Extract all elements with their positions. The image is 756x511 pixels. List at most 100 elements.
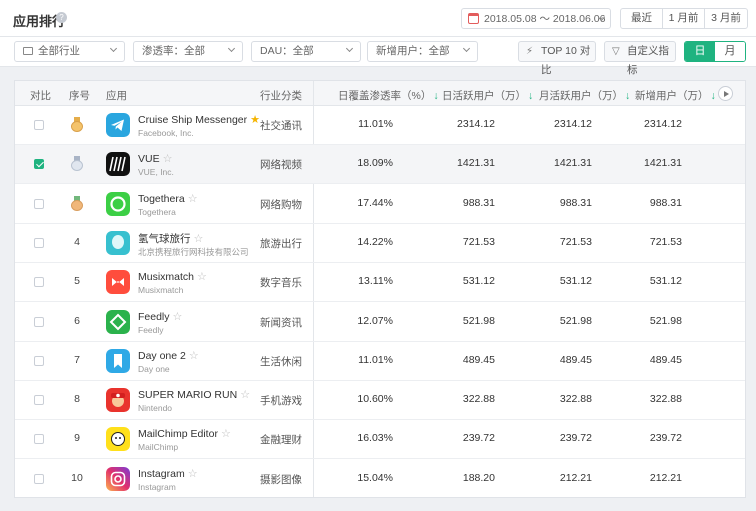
- sort-down-arrow-icon: ↓: [625, 90, 631, 102]
- table-row[interactable]: VUE ☆ VUE, Inc. 网络视频 18.09% 1421.31 1421.…: [15, 145, 745, 185]
- dau-value: 188.20: [462, 471, 495, 484]
- table-row[interactable]: Cruise Ship Messenger ★ Facebook, Inc. 社交…: [15, 106, 745, 145]
- mario-icon: [106, 388, 130, 413]
- silver-medal-icon: [71, 156, 83, 172]
- app-name[interactable]: Instagram: [138, 468, 185, 480]
- new-users-dropdown[interactable]: 新增用户：全部: [367, 41, 478, 62]
- favorite-star-icon[interactable]: ☆: [188, 193, 198, 205]
- compare-checkbox[interactable]: [34, 316, 44, 327]
- compare-checkbox[interactable]: [34, 355, 44, 366]
- top10-compare-button[interactable]: ⚡ TOP 10 对比: [518, 41, 596, 76]
- column-category: 行业分类: [260, 90, 302, 102]
- app-developer: Musixmatch: [138, 285, 184, 296]
- period-3-month-button[interactable]: 3 月前: [705, 9, 747, 28]
- chevron-down-icon: [227, 44, 236, 53]
- column-new-users-sort[interactable]: 新增用户（万） ↓: [635, 88, 716, 103]
- mau-value: 721.53: [559, 235, 592, 248]
- column-dau-sort[interactable]: 日活跃用户（万） ↓: [442, 88, 533, 103]
- balloon-icon: [106, 230, 130, 255]
- table-row[interactable]: Togethera ☆ Togethera 网络购物 17.44% 988.31 …: [15, 185, 745, 224]
- compare-checkbox[interactable]: [34, 434, 44, 445]
- compare-checkbox[interactable]: [34, 395, 44, 406]
- app-name[interactable]: Day one 2: [138, 350, 186, 362]
- dau-dropdown[interactable]: DAU：全部: [251, 41, 361, 62]
- period-1-month-button[interactable]: 1 月前: [663, 9, 705, 28]
- compare-checkbox[interactable]: [34, 473, 44, 484]
- compare-checkbox[interactable]: [34, 237, 44, 248]
- table-row[interactable]: 9 MailChimp Editor ☆ MailChimp 金融理财 16.03…: [15, 420, 745, 460]
- column-coverage-sort[interactable]: 日覆盖渗透率（%） ↓: [338, 88, 439, 103]
- dau-value: 2314.12: [457, 118, 495, 130]
- period-recent-button[interactable]: 最近: [621, 9, 663, 28]
- penetration-dropdown[interactable]: 渗透率：全部: [133, 41, 243, 62]
- app-name[interactable]: SUPER MARIO RUN: [138, 389, 237, 401]
- new-users-dropdown-label: 新增用户：全部: [376, 45, 450, 57]
- favorite-star-icon[interactable]: ☆: [221, 428, 231, 440]
- compare-checkbox[interactable]: [34, 277, 44, 288]
- table-row[interactable]: 10 Instagram ☆ Instagram 摄影图像 15.04% 188.…: [15, 460, 745, 497]
- table-row[interactable]: 8 SUPER MARIO RUN ☆ Nintendo 手机游戏 10.60% …: [15, 381, 745, 421]
- month-toggle-button[interactable]: 月: [715, 42, 745, 61]
- favorite-star-icon[interactable]: ★: [250, 114, 260, 126]
- favorite-star-icon[interactable]: ☆: [163, 153, 173, 165]
- favorite-star-icon[interactable]: ☆: [194, 233, 204, 245]
- app-name[interactable]: Feedly: [138, 311, 170, 323]
- app-category: 新闻资讯: [260, 316, 302, 329]
- rank-number: 7: [74, 353, 80, 366]
- app-name[interactable]: Musixmatch: [138, 271, 194, 283]
- rank-number: 8: [74, 393, 80, 406]
- new-users-value: 2314.12: [644, 118, 682, 130]
- instagram-icon: [106, 466, 130, 491]
- favorite-star-icon[interactable]: ☆: [173, 311, 183, 323]
- app-name[interactable]: VUE: [138, 153, 160, 165]
- day-toggle-button[interactable]: 日: [685, 42, 715, 61]
- calendar-icon: [468, 13, 479, 24]
- dayone-icon: [106, 348, 130, 373]
- rank-number: 9: [74, 432, 80, 445]
- app-name-wrapper: MailChimp Editor ☆: [138, 427, 231, 440]
- compare-checkbox[interactable]: [34, 198, 44, 209]
- app-category: 数字音乐: [260, 277, 302, 290]
- table-row[interactable]: 4 氢气球旅行 ☆ 北京携程旅行网科技有限公司 旅游出行 14.22% 721.5…: [15, 224, 745, 263]
- folder-icon: [23, 47, 33, 55]
- new-users-value: 531.12: [649, 275, 682, 288]
- app-name[interactable]: 氢气球旅行: [138, 233, 191, 245]
- app-name-wrapper: SUPER MARIO RUN ☆: [138, 388, 250, 401]
- app-name[interactable]: Cruise Ship Messenger: [138, 114, 247, 126]
- sort-down-arrow-icon: ↓: [433, 90, 439, 102]
- new-users-value: 721.53: [649, 235, 682, 248]
- top10-compare-label: TOP 10 对比: [541, 45, 591, 76]
- favorite-star-icon[interactable]: ☆: [189, 350, 199, 362]
- app-developer: Day one: [138, 363, 170, 374]
- mau-value: 239.72: [559, 432, 592, 445]
- compare-checkbox[interactable]: [34, 120, 44, 130]
- ranking-table: 对比 序号 应用 行业分类 日覆盖渗透率（%） ↓ 日活跃用户（万） ↓ 月活跃用户…: [14, 80, 746, 498]
- column-new-users: 新增用户（万）: [635, 90, 709, 102]
- dau-value: 721.53: [462, 235, 495, 248]
- industry-dropdown[interactable]: 全部行业: [14, 41, 125, 62]
- app-name[interactable]: MailChimp Editor: [138, 428, 218, 440]
- mau-value: 2314.12: [554, 118, 592, 130]
- rank-number: 10: [71, 471, 83, 484]
- table-row[interactable]: 6 Feedly ☆ Feedly 新闻资讯 12.07% 521.98 521.…: [15, 303, 745, 342]
- column-mau-sort[interactable]: 月活跃用户（万） ↓: [539, 88, 630, 103]
- app-name[interactable]: Togethera: [138, 193, 185, 205]
- compare-checkbox[interactable]: [34, 159, 44, 170]
- app-name-wrapper: VUE ☆: [138, 152, 172, 165]
- sort-down-arrow-icon: ↓: [710, 90, 716, 102]
- coverage-value: 14.22%: [357, 235, 393, 248]
- custom-metrics-button[interactable]: ▽ 自定义指标: [604, 41, 676, 76]
- date-range-picker[interactable]: 2018.05.08 ～ 2018.06.06: [461, 8, 611, 29]
- favorite-star-icon[interactable]: ☆: [197, 271, 207, 283]
- app-developer: Togethera: [138, 206, 176, 217]
- scroll-columns-right-button[interactable]: [718, 86, 733, 101]
- feedly-icon: [106, 309, 130, 334]
- app-name-wrapper: Feedly ☆: [138, 310, 182, 323]
- app-developer: VUE, Inc.: [138, 167, 174, 178]
- help-icon[interactable]: ?: [56, 12, 67, 23]
- table-row[interactable]: 5 Musixmatch ☆ Musixmatch 数字音乐 13.11% 531…: [15, 263, 745, 303]
- vue-icon: [106, 152, 130, 177]
- favorite-star-icon[interactable]: ☆: [240, 389, 250, 401]
- favorite-star-icon[interactable]: ☆: [188, 468, 198, 480]
- table-row[interactable]: 7 Day one 2 ☆ Day one 生活休闲 11.01% 489.45 …: [15, 342, 745, 381]
